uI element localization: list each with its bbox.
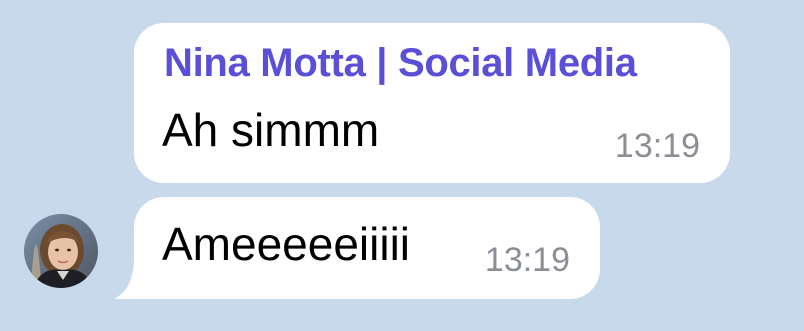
message-bubble[interactable]: Ameeeeeiiiii 13:19 bbox=[134, 197, 600, 299]
avatar[interactable] bbox=[24, 214, 98, 288]
message-text: Ah simmm bbox=[162, 104, 380, 156]
avatar-photo-icon bbox=[24, 214, 98, 288]
message-timestamp: 13:19 bbox=[484, 241, 570, 279]
message-bubble[interactable]: Nina Motta | Social Media Ah simmm 13:19 bbox=[134, 23, 730, 183]
sender-name[interactable]: Nina Motta | Social Media bbox=[164, 41, 637, 86]
message-text: Ameeeeeiiiii bbox=[162, 218, 411, 270]
message-timestamp: 13:19 bbox=[614, 127, 700, 165]
